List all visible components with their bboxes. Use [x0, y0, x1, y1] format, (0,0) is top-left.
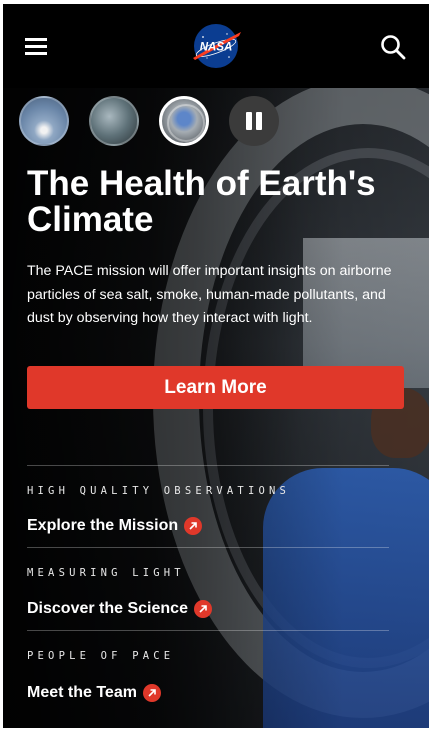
- divider: [27, 547, 389, 548]
- section-kicker: HIGH QUALITY OBSERVATIONS: [27, 485, 291, 497]
- carousel-thumbnail-rocket-launch[interactable]: [19, 96, 69, 146]
- nasa-logo[interactable]: NASA: [189, 22, 243, 70]
- hamburger-menu-icon[interactable]: [25, 37, 47, 55]
- external-arrow-icon: [193, 600, 212, 618]
- external-arrow-icon: [184, 517, 203, 535]
- explore-mission-link[interactable]: Explore the Mission: [27, 517, 203, 535]
- carousel-thumbnail-earth[interactable]: [89, 96, 139, 146]
- section-kicker: MEASURING LIGHT: [27, 567, 185, 579]
- discover-science-link[interactable]: Discover the Science: [27, 600, 212, 618]
- pause-icon: [246, 112, 252, 130]
- external-arrow-icon: [142, 684, 161, 702]
- learn-more-button[interactable]: Learn More: [27, 366, 404, 409]
- hero-description: The PACE mission will offer important in…: [27, 263, 392, 326]
- site-header: NASA: [3, 4, 429, 88]
- hero-title: The Health of Earth's Climate: [27, 164, 376, 239]
- page-frame: NASA The Health of Earth's Climate The P…: [3, 4, 429, 728]
- search-icon[interactable]: [380, 34, 406, 60]
- carousel-thumbnail-active[interactable]: [159, 96, 209, 146]
- divider: [27, 630, 389, 631]
- section-kicker: PEOPLE OF PACE: [27, 650, 175, 662]
- pause-button[interactable]: [229, 96, 279, 146]
- svg-text:NASA: NASA: [200, 42, 233, 54]
- meet-team-link[interactable]: Meet the Team: [27, 684, 161, 702]
- divider: [27, 465, 389, 466]
